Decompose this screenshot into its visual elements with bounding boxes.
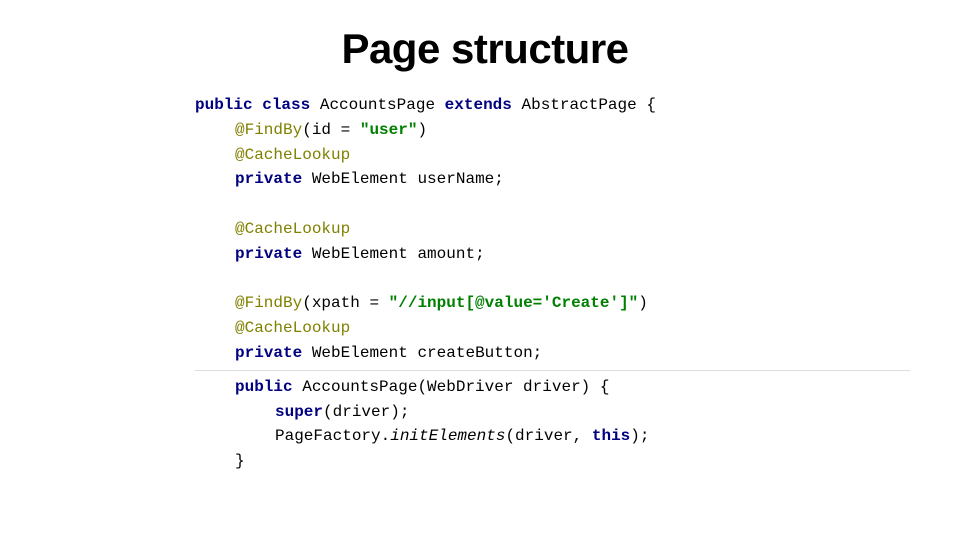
code-line: private WebElement userName;: [195, 167, 910, 192]
param-text: id =: [312, 121, 360, 139]
paren: (: [302, 121, 312, 139]
code-line: public AccountsPage(WebDriver driver) {: [195, 375, 910, 400]
annotation-findby: @FindBy: [235, 121, 302, 139]
keyword-class: class: [262, 96, 310, 114]
annotation-findby: @FindBy: [235, 294, 302, 312]
annotation-cachelookup: @CacheLookup: [235, 220, 350, 238]
semicolon: ;: [494, 170, 504, 188]
code-block: public class AccountsPage extends Abstra…: [195, 93, 910, 474]
keyword-private: private: [235, 245, 302, 263]
code-line: @CacheLookup: [195, 316, 910, 341]
keyword-public: public: [195, 96, 253, 114]
keyword-extends: extends: [445, 96, 512, 114]
page-title: Page structure: [0, 0, 970, 93]
type-webelement: WebElement: [312, 170, 408, 188]
code-line: public class AccountsPage extends Abstra…: [195, 93, 910, 118]
keyword-private: private: [235, 344, 302, 362]
pagefactory-ref: PageFactory.: [275, 427, 390, 445]
code-line: super(driver);: [195, 400, 910, 425]
code-line: @CacheLookup: [195, 143, 910, 168]
method-args: (driver,: [505, 427, 591, 445]
type-webelement: WebElement: [312, 344, 408, 362]
annotation-cachelookup: @CacheLookup: [235, 146, 350, 164]
code-line: @FindBy(xpath = "//input[@value='Create'…: [195, 291, 910, 316]
constructor-params: (WebDriver driver) {: [417, 378, 609, 396]
class-name: AccountsPage: [320, 96, 435, 114]
method-args-close: );: [630, 427, 649, 445]
code-line: }: [195, 449, 910, 474]
code-line: private WebElement amount;: [195, 242, 910, 267]
keyword-super: super: [275, 403, 323, 421]
blank-line: [195, 192, 910, 217]
section-divider: [195, 370, 910, 371]
brace-close: }: [235, 452, 245, 470]
code-line: PageFactory.initElements(driver, this);: [195, 424, 910, 449]
keyword-private: private: [235, 170, 302, 188]
string-literal: "//input[@value='Create']": [389, 294, 639, 312]
code-line: @CacheLookup: [195, 217, 910, 242]
field-amount: amount: [417, 245, 475, 263]
param-text: xpath =: [312, 294, 389, 312]
parent-class: AbstractPage: [522, 96, 637, 114]
semicolon: ;: [533, 344, 543, 362]
constructor-name: AccountsPage: [302, 378, 417, 396]
brace: {: [646, 96, 656, 114]
blank-line: [195, 267, 910, 292]
annotation-cachelookup: @CacheLookup: [235, 319, 350, 337]
super-call: (driver);: [323, 403, 409, 421]
paren: ): [417, 121, 427, 139]
string-literal: "user": [360, 121, 418, 139]
field-createbutton: createButton: [417, 344, 532, 362]
keyword-this: this: [592, 427, 630, 445]
paren: ): [638, 294, 648, 312]
method-initelements: initElements: [390, 427, 505, 445]
keyword-public: public: [235, 378, 293, 396]
paren: (: [302, 294, 312, 312]
code-line: private WebElement createButton;: [195, 341, 910, 366]
semicolon: ;: [475, 245, 485, 263]
field-username: userName: [417, 170, 494, 188]
code-line: @FindBy(id = "user"): [195, 118, 910, 143]
type-webelement: WebElement: [312, 245, 408, 263]
